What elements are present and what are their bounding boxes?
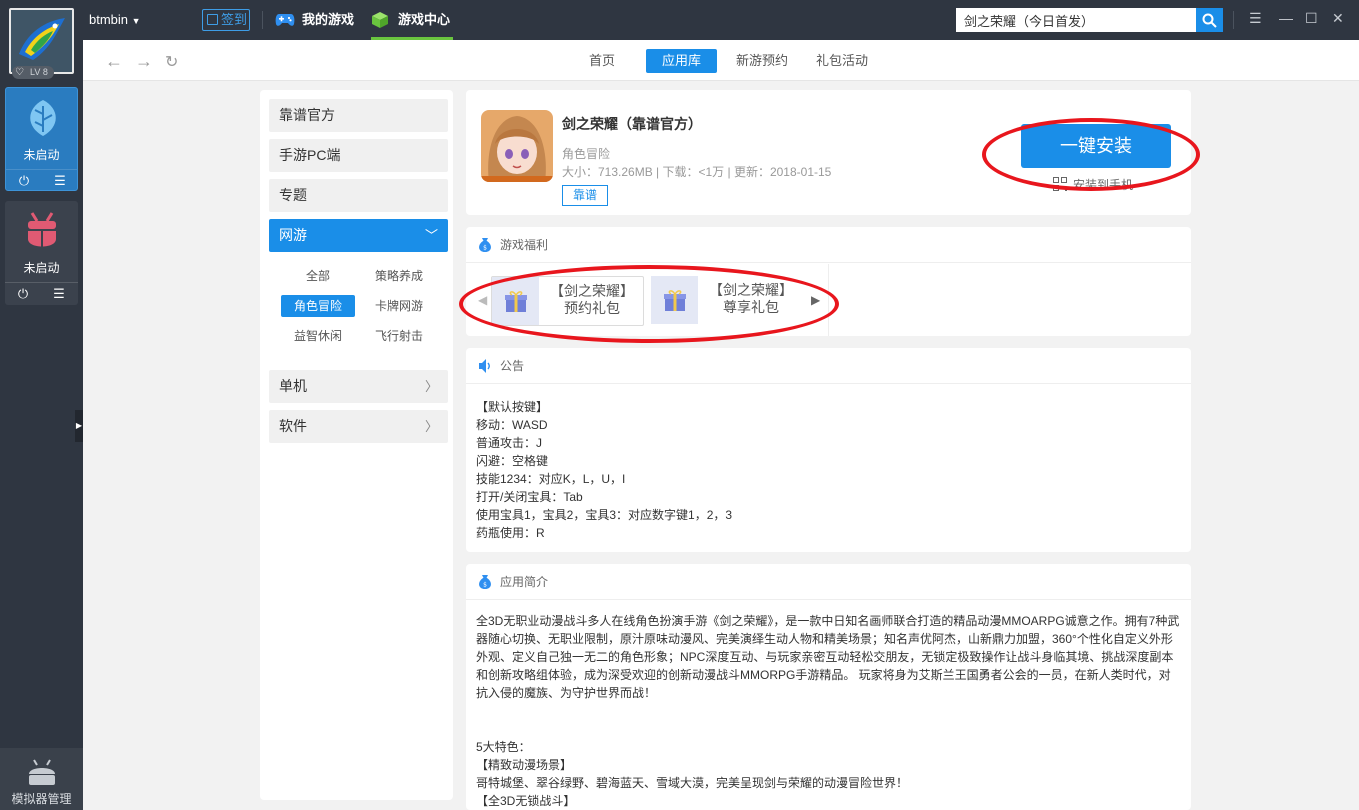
cube-icon: [372, 12, 388, 28]
emulator-controls: ⏻ ☰: [6, 169, 77, 191]
fish-logo-icon: [11, 10, 72, 72]
emulator-controls: ⏻ ☰: [5, 282, 78, 304]
app-tag: 靠谱: [562, 185, 608, 206]
heart-icon: ♡: [15, 67, 24, 78]
app-info-card: 剑之荣耀（靠谱官方） 角色冒险 大小：713.26MB | 下载：<1万 | 更…: [466, 90, 1191, 215]
subcategory-shooter[interactable]: 飞行射击: [362, 325, 436, 347]
gift-title: 【剑之荣耀】: [709, 282, 793, 298]
money-bag-icon: $: [479, 238, 491, 252]
close-icon[interactable]: ✕: [1332, 10, 1344, 27]
search-input[interactable]: [956, 8, 1196, 32]
tab-game-center[interactable]: 游戏中心: [371, 0, 453, 40]
category-single-player[interactable]: 单机 〉: [269, 370, 448, 403]
category-software[interactable]: 软件 〉: [269, 410, 448, 443]
checkbox-icon: [207, 14, 218, 25]
back-arrow-icon[interactable]: ←: [105, 51, 123, 72]
power-icon[interactable]: ⏻: [6, 173, 42, 189]
user-avatar[interactable]: [9, 8, 74, 74]
signin-button[interactable]: 签到: [202, 9, 250, 31]
gift-card-1[interactable]: 【剑之荣耀】 预约礼包: [491, 276, 644, 326]
gift-box-icon: [492, 277, 539, 325]
android-icon: [29, 759, 55, 785]
install-to-phone-link[interactable]: 安装到手机: [1053, 176, 1133, 193]
carousel-left-arrow-icon[interactable]: ◀: [478, 293, 487, 307]
emulator-item-2[interactable]: 未启动 ⏻ ☰: [5, 201, 78, 305]
app-title: 剑之荣耀（靠谱官方）: [562, 116, 702, 132]
divider: [828, 264, 829, 336]
intro-body: 全3D无职业动漫战斗多人在线角色扮演手游《剑之荣耀》，是一款中日知名画师联合打造…: [476, 614, 1180, 808]
subtab-gift-events[interactable]: 礼包活动: [800, 49, 884, 73]
power-icon[interactable]: ⏻: [5, 286, 41, 302]
chevron-right-icon: 〉: [424, 379, 438, 394]
notice-body: 【默认按键】 移动：WASD 普通攻击：J 闪避：空格键 技能1234：对应K，…: [476, 400, 733, 540]
notice-card: 公告 【默认按键】 移动：WASD 普通攻击：J 闪避：空格键 技能1234：对…: [466, 348, 1191, 552]
subtab-app-library[interactable]: 应用库: [646, 49, 718, 73]
chevron-right-icon: 〉: [424, 419, 438, 434]
leaf-icon: [30, 100, 56, 136]
notice-header: 公告: [466, 348, 1191, 384]
collapse-sidebar-handle[interactable]: ▶: [75, 410, 83, 442]
app-meta: 大小：713.26MB | 下载：<1万 | 更新：2018-01-15: [562, 165, 832, 179]
bug-icon: [28, 212, 56, 247]
divider: [262, 11, 263, 29]
category-online-games[interactable]: 网游 ﹀: [269, 219, 448, 252]
benefits-card: $ 游戏福利 ◀ 【剑之荣耀】 预约礼包 【剑之荣耀】 尊享礼包 ▶: [466, 227, 1191, 336]
divider: [1233, 11, 1234, 29]
maximize-icon[interactable]: ☐: [1305, 10, 1318, 27]
svg-text:$: $: [483, 245, 487, 252]
subcategory-card[interactable]: 卡牌网游: [362, 295, 436, 317]
chevron-down-icon: ﹀: [424, 228, 438, 243]
anime-girl-icon: [481, 110, 553, 182]
subtab-new-game-reservation[interactable]: 新游预约: [720, 49, 804, 73]
subcategory-puzzle[interactable]: 益智休闲: [281, 325, 355, 347]
category-official[interactable]: 靠谱官方: [269, 99, 448, 132]
gift-title: 【剑之荣耀】: [550, 283, 634, 299]
speaker-icon: [479, 359, 490, 373]
intro-header: $ 应用简介: [466, 564, 1191, 600]
gift-card-2[interactable]: 【剑之荣耀】 尊享礼包: [651, 276, 804, 326]
category-mobile-pc[interactable]: 手游PC端: [269, 139, 448, 172]
emulator-manager-label: 模拟器管理: [11, 792, 72, 806]
emulator-status: 未启动: [23, 148, 60, 162]
carousel-right-arrow-icon[interactable]: ▶: [811, 293, 820, 307]
qrcode-icon: [1053, 177, 1067, 191]
install-button[interactable]: 一键安装: [1021, 124, 1171, 168]
forward-arrow-icon[interactable]: →: [135, 51, 153, 72]
caret-down-icon: ▼: [131, 16, 141, 26]
search-button[interactable]: [1196, 8, 1223, 32]
gift-name: 预约礼包: [564, 300, 620, 316]
gamepad-icon: [275, 14, 295, 26]
sub-navigation: ← → ↻ 首页 应用库 新游预约 礼包活动: [83, 40, 1359, 81]
category-topics[interactable]: 专题: [269, 179, 448, 212]
app-icon[interactable]: [481, 110, 553, 182]
intro-card: $ 应用简介 全3D无职业动漫战斗多人在线角色扮演手游《剑之荣耀》，是一款中日知…: [466, 564, 1191, 810]
subcategory-strategy[interactable]: 策略养成: [362, 265, 436, 287]
gift-name: 尊享礼包: [723, 299, 779, 315]
money-bag-icon: $: [479, 575, 491, 589]
top-bar: btmbin ▼ 签到 我的游戏 游戏中心 ☰ — ☐ ✕: [83, 0, 1359, 40]
username-dropdown[interactable]: btmbin ▼: [89, 12, 141, 27]
refresh-icon[interactable]: ↻: [165, 52, 178, 72]
emulator-sidebar: ♡ LV 8 未启动 ⏻ ☰ 未启动 ⏻ ☰ ▶ 模拟器管理: [0, 0, 83, 810]
category-panel: 靠谱官方 手游PC端 专题 网游 ﹀ 全部 策略养成 角色冒险 卡牌网游 益智休…: [260, 90, 453, 800]
tab-my-games[interactable]: 我的游戏: [275, 0, 354, 40]
subcategory-all[interactable]: 全部: [281, 265, 355, 287]
main-content: ← → ↻ 首页 应用库 新游预约 礼包活动 靠谱官方 手游PC端 专题 网游 …: [83, 40, 1359, 810]
minimize-icon[interactable]: —: [1279, 10, 1293, 26]
subcategory-rpg[interactable]: 角色冒险: [281, 295, 355, 317]
menu-icon[interactable]: ☰: [42, 173, 78, 189]
level-badge: ♡ LV 8: [12, 66, 54, 79]
menu-icon[interactable]: ☰: [41, 286, 77, 302]
app-category: 角色冒险: [562, 147, 611, 161]
emulator-status: 未启动: [23, 261, 60, 275]
svg-text:$: $: [483, 582, 487, 589]
emulator-manager-button[interactable]: 模拟器管理: [0, 748, 83, 810]
gift-box-icon: [651, 276, 698, 324]
benefits-header: $ 游戏福利: [466, 227, 1191, 263]
menu-icon[interactable]: ☰: [1249, 10, 1262, 27]
emulator-item-1[interactable]: 未启动 ⏻ ☰: [5, 87, 78, 191]
subtab-home[interactable]: 首页: [573, 49, 631, 73]
search-icon: [1202, 13, 1217, 28]
